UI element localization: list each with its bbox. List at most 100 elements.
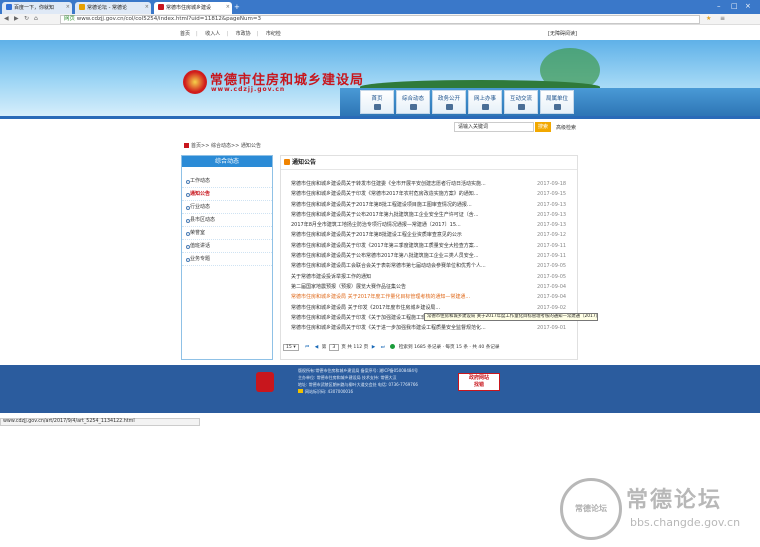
notice-row[interactable]: 常德市住房和城乡建设局工会联合会关于表彰常德市第七届动动会参赛单位和优秀个人..… (285, 261, 575, 271)
close-icon[interactable]: × (145, 4, 149, 10)
unit-icon (553, 104, 561, 110)
search-button[interactable]: 搜索 (535, 122, 551, 132)
nav-units[interactable]: 局属单位 (540, 90, 574, 114)
forward-icon[interactable]: ▶ (14, 15, 19, 22)
notice-row[interactable]: 常德市住房和城乡建设局关于转发市住建委《全市开展平安创建志愿者行动日活动实施..… (285, 179, 575, 189)
notice-row[interactable]: 第二届国家地震预报（预报）展览大赛作品征集公告 2017-09-04 (285, 282, 575, 292)
browser-status-bar: www.cdzjj.gov.cn/art/2017/9/4/art_5254_1… (0, 418, 200, 426)
sidebar-item-honor[interactable]: 荣誉室 (182, 227, 272, 240)
notice-title[interactable]: 常德市住房和城乡建设局 关于印发《2017年度市住房城乡建设局... (291, 303, 526, 313)
toplink-home[interactable]: 首页 (180, 31, 190, 37)
notice-title[interactable]: 常德市住房和城乡建设局关于公布常德市2017年第八批建筑施工企业三类人员安全..… (291, 251, 526, 261)
first-page-icon[interactable]: ⏮ (305, 345, 309, 350)
watermark-url: bbs.changde.gov.cn (630, 516, 741, 529)
nav-gov-affairs[interactable]: 政务公开 (432, 90, 466, 114)
toplink-npc[interactable]: 收入人 (205, 31, 220, 37)
close-icon[interactable]: × (226, 4, 230, 10)
notice-row[interactable]: 关于常德市建设投诉举报工作的通知 2017-09-05 (285, 272, 575, 282)
sidebar-item-work-news[interactable]: 工作动态 (182, 175, 272, 188)
toplink-discipline[interactable]: 市纪检 (266, 31, 281, 37)
notice-title[interactable]: 常德市住房和城乡建设局关于印发《2017年第三季度建筑施工质量安全大检查方案..… (291, 241, 526, 251)
notice-title[interactable]: 常德市住房和城乡建设局关于转发市住建委《全市开展平安创建志愿者行动日活动实施..… (291, 179, 526, 189)
notice-row[interactable]: 常德市住房和城乡建设局 关于印发《2017年度市住房城乡建设局... 2017-0… (285, 303, 575, 313)
notice-date: 2017-09-18 (537, 181, 567, 187)
site-id-icon (298, 389, 303, 393)
notice-title[interactable]: 常德市住房和城乡建设局 关于2017年度工作量化目标管理考核的通知—常建通... (291, 292, 526, 302)
notice-row[interactable]: 2017年8月全市建筑工地扬尘防治专项行动情况通报—常建通〔2017〕15...… (285, 220, 575, 230)
notice-title[interactable]: 常德市住房和城乡建设局关于公布2017年第九批建筑施工企业安全生产许可证（含..… (291, 210, 526, 220)
maximize-icon[interactable]: □ (731, 2, 738, 10)
notice-title[interactable]: 常德市住房和城乡建设局工会联合会关于表彰常德市第七届动动会参赛单位和优秀个人..… (291, 261, 526, 271)
notice-date: 2017-09-01 (537, 325, 567, 332)
baidu-icon (6, 4, 12, 10)
search-input[interactable]: 请输入关键词 (454, 122, 534, 132)
notice-row[interactable]: 常德市住房和城乡建设局关于2017年第8批工程建设项目施工图审查情况的通报...… (285, 200, 575, 210)
sidebar-item-topics[interactable]: 业务专题 (182, 253, 272, 266)
notice-title[interactable]: 2017年8月全市建筑工地扬尘防治专项行动情况通报—常建通〔2017〕15... (291, 220, 526, 230)
gov-site-error-badge[interactable]: 政府网站 找错 (458, 373, 500, 391)
accessibility-link[interactable]: [无障碍阅读] (548, 30, 577, 37)
last-page-icon[interactable]: ⏭ (381, 345, 385, 350)
prev-page-icon[interactable]: ◀ (315, 345, 319, 350)
notice-date: 2017-09-15 (537, 191, 567, 198)
go-icon[interactable] (390, 344, 396, 349)
sidebar-item-notices[interactable]: 通知公告 (182, 188, 272, 201)
notice-title[interactable]: 常德市住房和城乡建设局关于2017年第8批工程建设项目施工图审查情况的通报... (291, 200, 526, 210)
sidebar-item-county[interactable]: 县市区动态 (182, 214, 272, 227)
nav-home[interactable]: 首页 (360, 90, 394, 114)
home-icon[interactable]: ⌂ (34, 15, 38, 22)
minimize-icon[interactable]: – (717, 2, 721, 10)
police-badge-icon[interactable] (256, 372, 274, 392)
back-icon[interactable]: ◀ (4, 15, 9, 22)
notice-title[interactable]: 常德市住房和城乡建设局关于2017年第8批建设工程企业资质审查意见的公示 (291, 230, 526, 240)
forum-watermark: 常德论坛 常德论坛 bbs.changde.gov.cn (560, 478, 756, 544)
page-number-input[interactable]: 3 (328, 344, 339, 351)
home-icon (184, 143, 189, 148)
notice-row[interactable]: 常德市住房和城乡建设局关于印发《关于进一步加强我市建设工程质量安全监督规范化..… (285, 323, 575, 333)
notice-row[interactable]: 常德市住房和城乡建设局关于印发《2017年第三季度建筑施工质量安全大检查方案..… (285, 241, 575, 251)
page-size-select[interactable]: 15 ▾ (283, 344, 299, 351)
toplink-cppcc[interactable]: 市政协 (236, 31, 251, 37)
notice-title[interactable]: 常德市住房和城乡建设局关于印发《常德市2017年农村危房改造实施方案》的通知..… (291, 189, 526, 199)
browser-tab-forum[interactable]: 常德论坛 - 常德论 × (75, 2, 151, 14)
notice-row[interactable]: 常德市住房和城乡建设局 关于2017年度工作量化目标管理考核的通知—常建通...… (285, 292, 575, 302)
notice-panel-header: 通知公告 (281, 156, 577, 170)
top-links: 首页 | 收入人 | 市政协 | 市纪检 (180, 31, 281, 37)
menu-icon[interactable]: ≡ (720, 15, 725, 22)
nav-divider (0, 116, 760, 119)
address-prefix: 网页 (64, 16, 76, 22)
refresh-icon[interactable]: ↻ (24, 15, 29, 22)
notice-title[interactable]: 常德市住房和城乡建设局关于印发《关于进一步加强我市建设工程质量安全监督规范化..… (291, 323, 526, 333)
notice-date: 2017-09-12 (537, 232, 567, 239)
service-icon (481, 104, 489, 110)
browser-tabbar: 百度一下，你就知 × 常德论坛 - 常德论 × 常德市住房城乡建设 × + – □ × (0, 0, 760, 14)
breadcrumb: 首页>> 综合动态>> 通知公告 (184, 142, 261, 149)
close-window-icon[interactable]: × (745, 2, 751, 10)
advanced-search-link[interactable]: 高级检索 (556, 124, 576, 131)
url-input[interactable]: 网页 www.cdzjj.gov.cn/col/col5254/index.ht… (60, 15, 700, 24)
notice-title[interactable]: 关于常德市建设投诉举报工作的通知 (291, 272, 526, 282)
next-page-icon[interactable]: ▶ (372, 345, 376, 350)
close-icon[interactable]: × (66, 4, 70, 10)
notice-row[interactable]: 常德市住房和城乡建设局关于公布2017年第九批建筑施工企业安全生产许可证（含..… (285, 210, 575, 220)
notice-date: 2017-09-04 (537, 294, 567, 301)
nav-news[interactable]: 综合动态 (396, 90, 430, 114)
notice-title[interactable]: 第二届国家地震预报（预报）展览大赛作品征集公告 (291, 282, 526, 292)
browser-tab-zjj[interactable]: 常德市住房城乡建设 × (154, 2, 232, 14)
notice-row[interactable]: 常德市住房和城乡建设局关于印发《常德市2017年农村危房改造实施方案》的通知..… (285, 189, 575, 199)
nav-interaction[interactable]: 互动交流 (504, 90, 538, 114)
notice-row[interactable]: 常德市住房和城乡建设局关于公布常德市2017年第八批建筑施工企业三类人员安全..… (285, 251, 575, 261)
sidebar-item-speech[interactable]: 值班讲话 (182, 240, 272, 253)
notice-row[interactable]: 常德市住房和城乡建设局关于2017年第8批建设工程企业资质审查意见的公示 2017… (285, 230, 575, 240)
notice-date: 2017-09-11 (537, 242, 567, 249)
notice-date: 2017-09-02 (537, 304, 567, 311)
chat-icon (517, 104, 525, 110)
notice-panel: 通知公告 常德市住房和城乡建设局关于转发市住建委《全市开展平安创建志愿者行动日活… (280, 155, 578, 360)
site-icon (158, 4, 164, 10)
new-tab-button[interactable]: + (234, 3, 240, 11)
sidebar-item-industry[interactable]: 行业动态 (182, 201, 272, 214)
sidebar-title: 综合动态 (182, 156, 272, 167)
star-icon[interactable]: ★ (706, 15, 711, 22)
nav-online-service[interactable]: 网上办事 (468, 90, 502, 114)
browser-tab-baidu[interactable]: 百度一下，你就知 × (2, 2, 72, 14)
